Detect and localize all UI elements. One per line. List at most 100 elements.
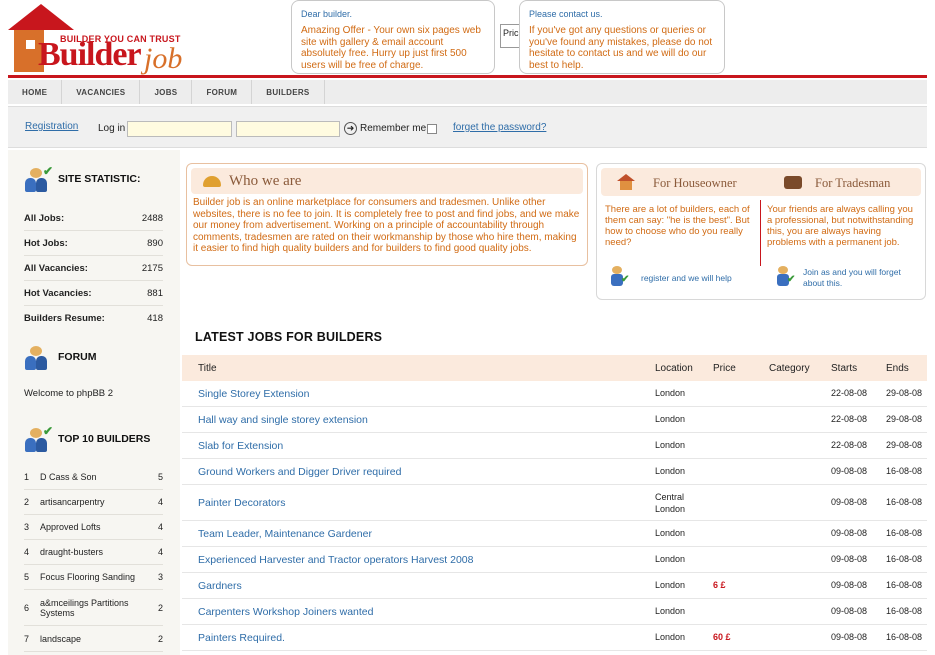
- builder-name[interactable]: a&mceilings Partitions Systems: [40, 598, 153, 618]
- who-we-are-panel: Who we are Builder job is an online mark…: [186, 163, 588, 266]
- job-price: 6 £: [713, 580, 726, 590]
- site-logo[interactable]: BUILDER YOU CAN TRUST Builder job: [8, 4, 198, 76]
- builder-name[interactable]: D Cass & Son: [40, 472, 153, 482]
- forum-welcome-link[interactable]: Welcome to phpBB 2: [24, 388, 113, 399]
- stat-value: 418: [147, 313, 163, 324]
- job-starts: 09-08-08: [831, 632, 868, 642]
- contact-heading: Please contact us.: [529, 9, 603, 19]
- job-location: London: [655, 528, 686, 538]
- job-starts: 09-08-08: [831, 497, 868, 507]
- col-category: Category: [769, 363, 810, 374]
- registration-link[interactable]: Registration: [25, 121, 78, 132]
- houseowner-register-link[interactable]: register and we will help: [641, 273, 732, 284]
- job-ends: 16-08-08: [886, 580, 923, 590]
- who-we-are-header: Who we are: [191, 168, 583, 194]
- job-location: Central London: [655, 492, 686, 514]
- job-ends: 16-08-08: [886, 632, 923, 642]
- forgot-password-link[interactable]: forget the password?: [453, 122, 546, 133]
- site-statistic-title: SITE STATISTIC:: [58, 173, 141, 185]
- builder-rank: 1: [24, 472, 30, 482]
- offer-text: Amazing Offer - Your own six pages web s…: [301, 25, 481, 71]
- nav-jobs[interactable]: JOBS: [140, 80, 193, 104]
- job-ends: 16-08-08: [886, 497, 923, 507]
- job-location: London: [655, 632, 686, 642]
- job-ends: 29-08-08: [886, 388, 923, 398]
- logo-word-job: job: [144, 42, 183, 75]
- builder-name[interactable]: artisancarpentry: [40, 497, 153, 507]
- stat-label: Builders Resume:: [24, 313, 105, 324]
- col-title: Title: [198, 363, 217, 374]
- job-row[interactable]: Experienced Harvester and Tractor operat…: [182, 547, 927, 573]
- arrow-right-circle-icon[interactable]: ➜: [344, 122, 357, 135]
- job-title-link[interactable]: Painter Decorators: [198, 497, 286, 509]
- price-input[interactable]: Pric: [500, 24, 520, 48]
- top-builder-row[interactable]: 3 Approved Lofts 4: [24, 515, 163, 540]
- job-row[interactable]: Carpenters Workshop Joiners wanted London…: [182, 599, 927, 625]
- builder-name[interactable]: Focus Flooring Sanding: [40, 572, 153, 582]
- stat-row: Hot Jobs: 890: [24, 231, 163, 256]
- job-ends: 29-08-08: [886, 414, 923, 424]
- tradesman-title: For Tradesman: [815, 176, 891, 190]
- top-builder-row[interactable]: 2 artisancarpentry 4: [24, 490, 163, 515]
- builder-rank: 6: [24, 602, 30, 613]
- top-builder-row[interactable]: 4 draught-busters 4: [24, 540, 163, 565]
- job-location: London: [655, 388, 686, 398]
- job-location: London: [655, 466, 686, 476]
- logo-house-roof: [8, 4, 74, 30]
- job-title-link[interactable]: Single Storey Extension: [198, 388, 309, 400]
- job-row[interactable]: Single Storey Extension London 22-08-08 29-…: [182, 381, 927, 407]
- nav-vacancies[interactable]: VACANCIES: [62, 80, 141, 104]
- top-builder-row[interactable]: 6 a&mceilings Partitions Systems 2: [24, 590, 163, 626]
- job-row[interactable]: Gardners London 6 £ 09-08-08 16-08-08: [182, 573, 927, 599]
- top-builder-row[interactable]: 5 Focus Flooring Sanding 3: [24, 565, 163, 590]
- tradesman-join-link[interactable]: Join as and you will forget about this.: [803, 267, 918, 289]
- password-input[interactable]: [236, 121, 340, 137]
- offer-box: Dear builder. Amazing Offer - Your own s…: [291, 0, 495, 74]
- stat-label: Hot Jobs:: [24, 237, 68, 249]
- top-builder-row[interactable]: 1 D Cass & Son 5: [24, 465, 163, 490]
- houseowner-title: For Houseowner: [653, 176, 737, 190]
- job-row[interactable]: Painters Required. London 60 £ 09-08-08 16-0…: [182, 625, 927, 651]
- top-builder-row[interactable]: 7 landscape 2: [24, 626, 163, 652]
- helmet-icon: [203, 175, 221, 187]
- login-label: Log in: [98, 123, 126, 134]
- remember-me-checkbox[interactable]: [427, 124, 437, 134]
- builder-rank: 4: [24, 547, 30, 557]
- job-title-link[interactable]: Painters Required.: [198, 632, 285, 644]
- logo-house-window: [26, 40, 35, 49]
- builder-name[interactable]: landscape: [40, 634, 153, 644]
- stat-label: All Vacancies:: [24, 262, 88, 274]
- job-title-link[interactable]: Carpenters Workshop Joiners wanted: [198, 606, 373, 618]
- job-title-link[interactable]: Team Leader, Maintenance Gardener: [198, 528, 372, 540]
- username-input[interactable]: [127, 121, 232, 137]
- contact-text: If you've got any questions or queries o…: [529, 25, 713, 71]
- job-location: London: [655, 414, 686, 424]
- job-row[interactable]: Ground Workers and Digger Driver require…: [182, 459, 927, 485]
- job-title-link[interactable]: Ground Workers and Digger Driver require…: [198, 466, 401, 478]
- builder-count: 3: [157, 572, 163, 582]
- job-row[interactable]: Hall way and single storey extension Lond…: [182, 407, 927, 433]
- job-row[interactable]: Team Leader, Maintenance Gardener London 0…: [182, 521, 927, 547]
- job-title-link[interactable]: Experienced Harvester and Tractor operat…: [198, 554, 473, 566]
- nav-home[interactable]: HOME: [8, 80, 63, 104]
- job-row[interactable]: Slab for Extension London 22-08-08 29-08-08: [182, 433, 927, 459]
- job-title-link[interactable]: Hall way and single storey extension: [198, 414, 368, 426]
- job-starts: 22-08-08: [831, 414, 868, 424]
- job-location: London: [655, 606, 686, 616]
- houseowner-text: There are a lot of builders, each of the…: [605, 204, 750, 248]
- job-ends: 16-08-08: [886, 554, 923, 564]
- builder-count: 2: [157, 633, 163, 644]
- builders-group-icon: [24, 344, 50, 370]
- job-title-link[interactable]: Gardners: [198, 580, 242, 592]
- job-row[interactable]: Painter Decorators Central London 09-08-08…: [182, 485, 927, 521]
- nav-builders[interactable]: BUILDERS: [252, 80, 325, 104]
- job-price: 60 £: [713, 632, 731, 642]
- latest-jobs-heading: LATEST JOBS FOR BUILDERS: [195, 330, 383, 344]
- worker-icon: ✔: [775, 266, 795, 288]
- nav-forum[interactable]: FORUM: [192, 80, 253, 104]
- job-title-link[interactable]: Slab for Extension: [198, 440, 283, 452]
- jobs-table: Title Location Price Category Starts End…: [182, 355, 927, 651]
- builder-name[interactable]: Approved Lofts: [40, 522, 153, 532]
- builder-name[interactable]: draught-busters: [40, 547, 153, 557]
- toolbox-icon: [784, 176, 802, 189]
